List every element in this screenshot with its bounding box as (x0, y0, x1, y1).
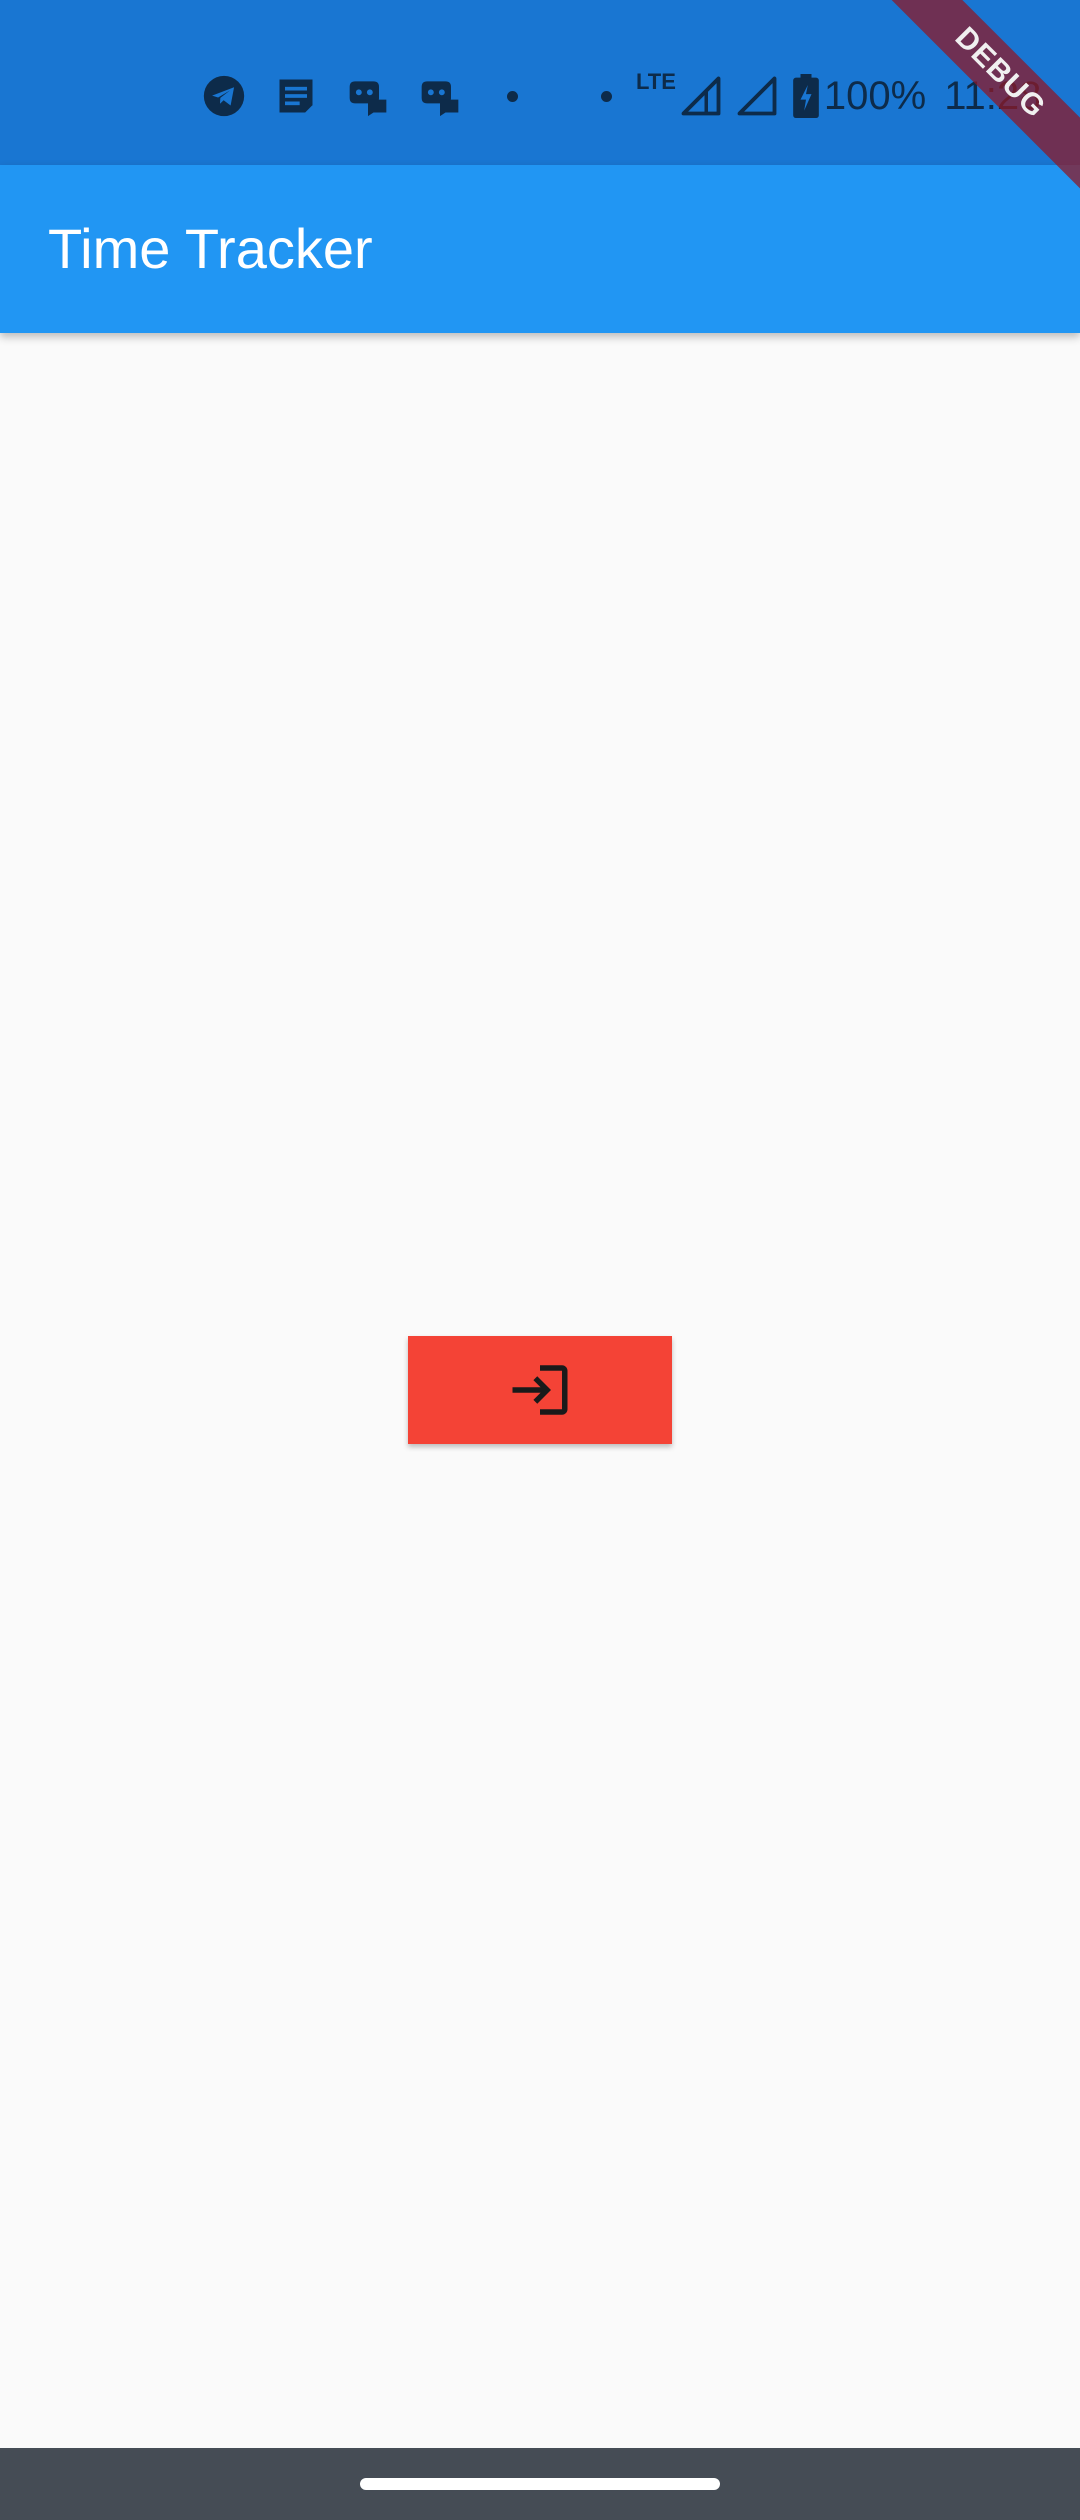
dot-icon (582, 72, 630, 120)
network-type-label: LTE (636, 69, 676, 94)
cell-signal-icon (680, 75, 722, 117)
home-gesture-handle[interactable] (360, 2478, 720, 2490)
discord-icon (344, 72, 392, 120)
login-icon (507, 1357, 573, 1423)
notification-icons (200, 66, 560, 126)
battery-charging-icon (792, 74, 820, 118)
cell-signal-icon (736, 75, 778, 117)
page-title: Time Tracker (48, 217, 373, 280)
battery-percentage: 100% (823, 73, 927, 118)
telegram-icon (200, 72, 248, 120)
screen: LTE 100% 11:28 (0, 0, 1080, 2520)
login-button[interactable] (408, 1336, 672, 1444)
notes-icon (272, 72, 320, 120)
app-bar: Time Tracker (0, 165, 1080, 333)
discord-icon (416, 72, 464, 120)
dot-icon (488, 72, 536, 120)
